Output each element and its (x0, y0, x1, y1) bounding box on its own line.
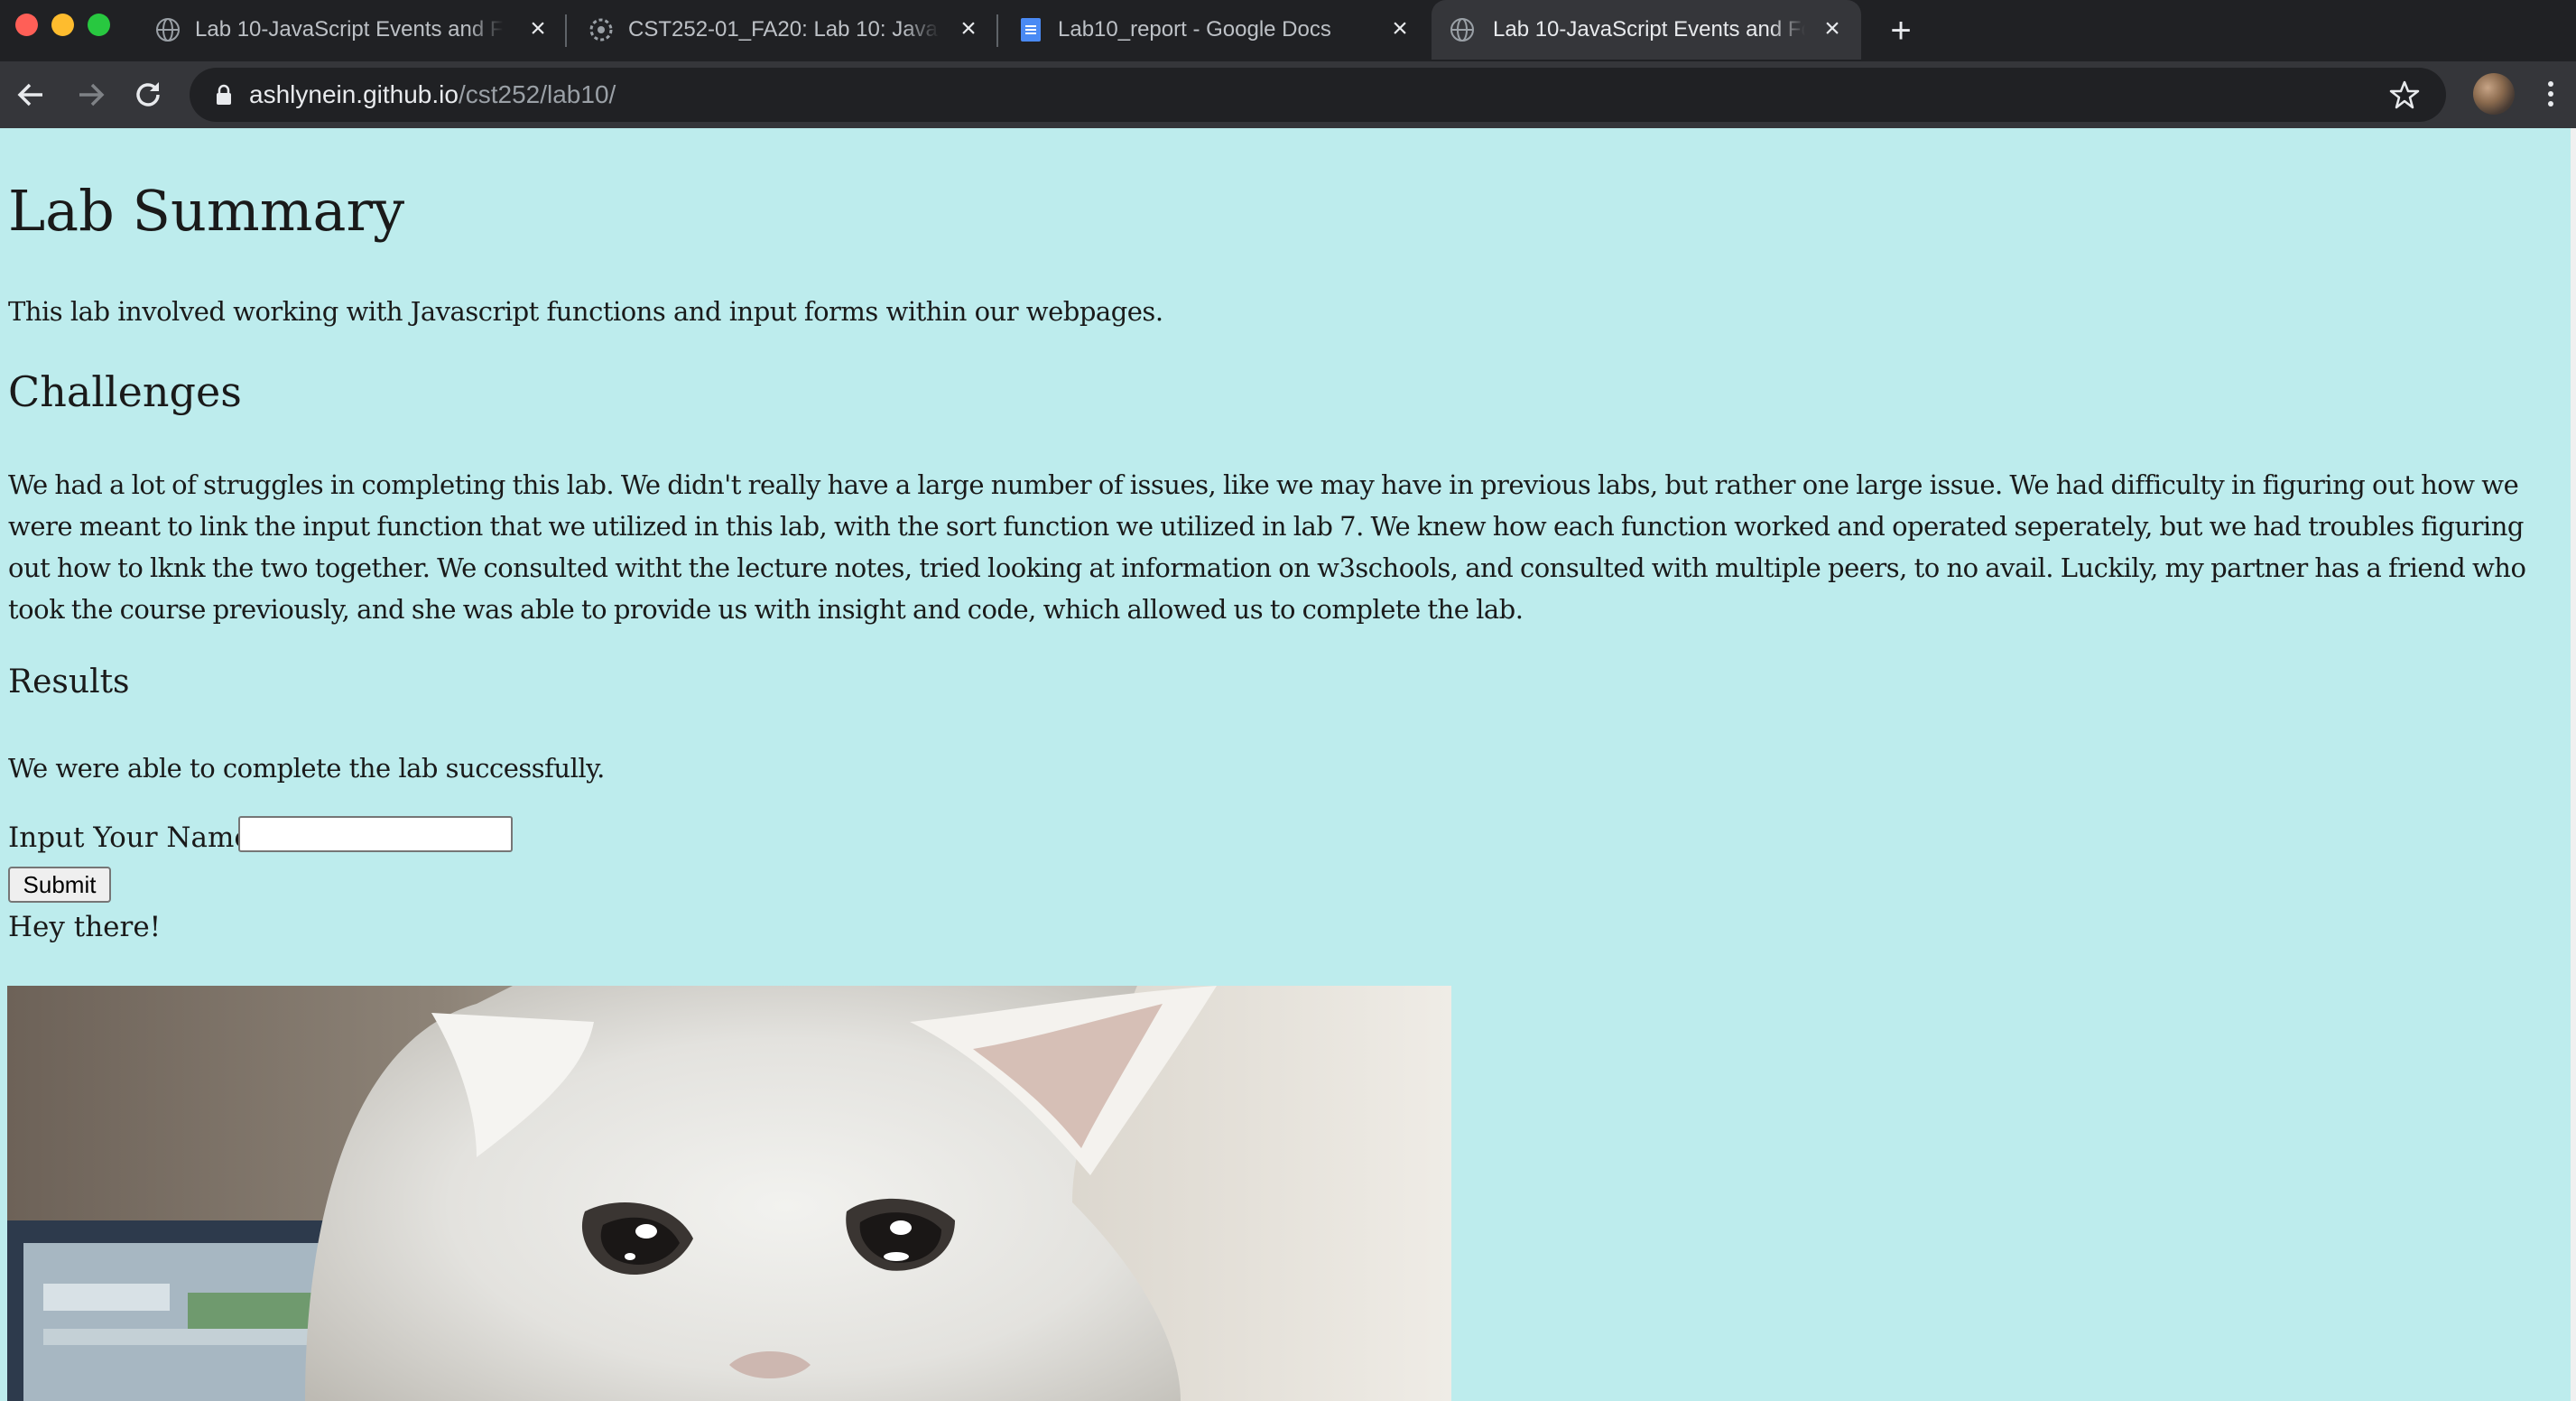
browser-tab-4-active[interactable]: Lab 10-JavaScript Events and Forms × (1432, 0, 1861, 60)
bookmark-star-icon[interactable] (2388, 79, 2421, 111)
forward-button[interactable] (70, 75, 110, 115)
tab-close-icon[interactable]: × (1819, 15, 1846, 42)
back-button[interactable] (12, 75, 51, 115)
tab-close-icon[interactable]: × (1386, 15, 1413, 42)
crying-cat-image (7, 986, 1451, 1401)
results-heading: Results (8, 663, 130, 700)
tab-title: Lab10_report - Google Docs (1058, 17, 1365, 42)
tab-separator (996, 14, 998, 47)
browser-tab-3[interactable]: Lab10_report - Google Docs × (1018, 0, 1415, 60)
web-page-content: Lab Summary This lab involved working wi… (0, 128, 2571, 1401)
google-docs-icon (1021, 18, 1041, 42)
tab-title: CST252-01_FA20: Lab 10: JavaScript (628, 17, 940, 42)
page-title: Lab Summary (8, 178, 405, 244)
profile-avatar[interactable] (2473, 73, 2515, 115)
name-input[interactable] (238, 816, 513, 852)
page-scrollbar[interactable] (2571, 128, 2576, 1401)
reload-button[interactable] (128, 75, 168, 115)
url-host: ashlynein.github.io (249, 80, 459, 108)
close-window-button[interactable] (15, 14, 38, 36)
course-icon (589, 18, 613, 42)
url-path: /cst252/lab10/ (458, 80, 616, 108)
name-label: Input Your Name: (8, 821, 261, 854)
globe-icon (1450, 18, 1474, 42)
tab-close-icon[interactable]: × (955, 15, 982, 42)
lock-icon[interactable] (211, 82, 236, 107)
results-paragraph: We were able to complete the lab success… (8, 753, 605, 784)
new-tab-button[interactable]: + (1883, 13, 1919, 49)
challenges-paragraph: We had a lot of struggles in completing … (8, 469, 2526, 625)
minimize-window-button[interactable] (51, 14, 74, 36)
summary-paragraph: This lab involved working with Javascrip… (8, 296, 1163, 327)
tab-separator (565, 14, 567, 47)
greeting-text: Hey there! (8, 911, 162, 943)
back-arrow-icon (17, 83, 42, 107)
address-bar[interactable]: ashlynein.github.io/cst252/lab10/ (190, 68, 2446, 122)
kebab-menu-icon[interactable] (2542, 76, 2560, 112)
challenges-heading: Challenges (8, 367, 242, 416)
browser-toolbar: ashlynein.github.io/cst252/lab10/ (0, 61, 2576, 128)
submit-button[interactable]: Submit (8, 867, 111, 903)
globe-icon (156, 18, 180, 42)
browser-chrome: Lab 10-JavaScript Events and Forms × CST… (0, 0, 2576, 128)
maximize-window-button[interactable] (88, 14, 110, 36)
url-text: ashlynein.github.io/cst252/lab10/ (249, 80, 616, 109)
forward-arrow-icon (79, 83, 105, 107)
browser-tab-2[interactable]: CST252-01_FA20: Lab 10: JavaScript × (588, 0, 986, 60)
tab-title: Lab 10-JavaScript Events and Forms (195, 17, 504, 42)
reload-icon (136, 82, 160, 107)
browser-tab-1[interactable]: Lab 10-JavaScript Events and Forms × (155, 0, 552, 60)
tab-title: Lab 10-JavaScript Events and Forms (1493, 17, 1805, 42)
tab-close-icon[interactable]: × (524, 15, 551, 42)
tab-strip: Lab 10-JavaScript Events and Forms × CST… (0, 0, 2576, 61)
